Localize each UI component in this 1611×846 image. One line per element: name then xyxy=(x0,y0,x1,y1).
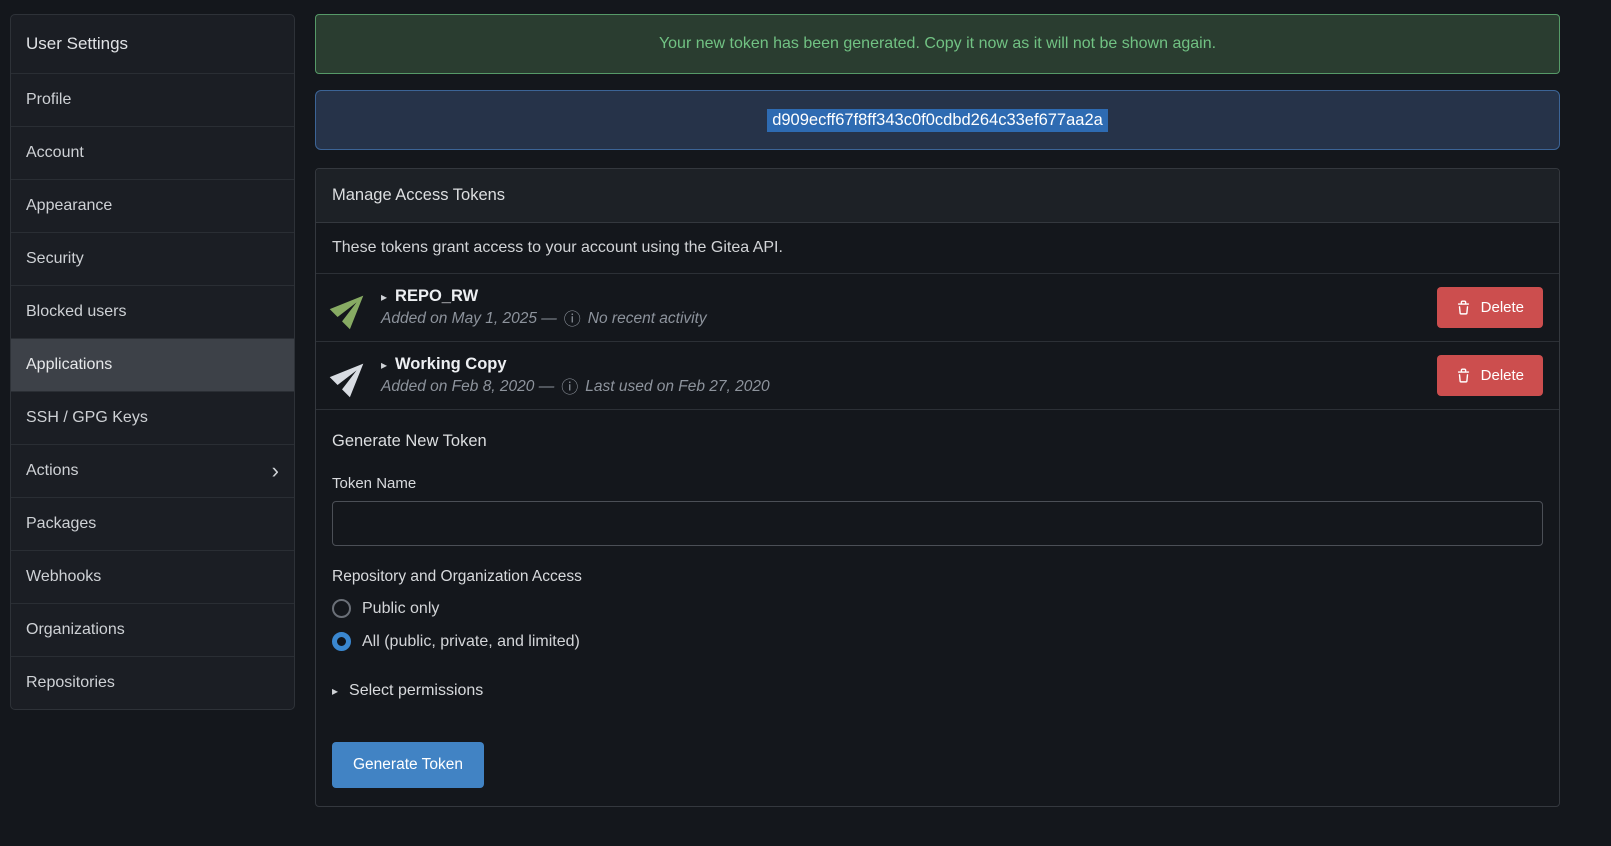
delete-token-button[interactable]: Delete xyxy=(1437,287,1543,328)
access-tokens-panel: Manage Access Tokens These tokens grant … xyxy=(315,168,1560,807)
sidebar-item-label: Account xyxy=(26,144,84,162)
token-last-activity: Last used on Feb 27, 2020 xyxy=(585,378,769,396)
radio-label: All (public, private, and limited) xyxy=(362,633,580,651)
radio-label: Public only xyxy=(362,600,439,618)
token-meta: Added on May 1, 2025 — ⓘ No recent activ… xyxy=(381,310,707,328)
sidebar-item-profile[interactable]: Profile xyxy=(11,74,294,127)
sidebar-item-ssh-gpg-keys[interactable]: SSH / GPG Keys xyxy=(11,392,294,445)
token-info: ▸ REPO_RW Added on May 1, 2025 — ⓘ No re… xyxy=(381,287,707,328)
panel-description: These tokens grant access to your accoun… xyxy=(316,223,1559,274)
generate-token-form: Generate New Token Token Name Repository… xyxy=(316,410,1559,806)
token-row: ▸ Working Copy Added on Feb 8, 2020 — ⓘ … xyxy=(316,342,1559,410)
sidebar-item-label: Actions xyxy=(26,462,78,480)
token-name-line[interactable]: ▸ REPO_RW xyxy=(381,287,707,306)
radio-public-only[interactable]: Public only xyxy=(332,592,1543,625)
flash-success-banner: Your new token has been generated. Copy … xyxy=(315,14,1560,74)
sidebar-item-label: Appearance xyxy=(26,197,112,215)
sidebar-item-appearance[interactable]: Appearance xyxy=(11,180,294,233)
sidebar-item-account[interactable]: Account xyxy=(11,127,294,180)
sidebar-item-security[interactable]: Security xyxy=(11,233,294,286)
expand-toggle-icon[interactable]: ▸ xyxy=(381,358,387,372)
token-name: Working Copy xyxy=(395,355,507,374)
paper-plane-icon xyxy=(324,281,378,335)
token-added-date: Added on Feb 8, 2020 — xyxy=(381,378,554,396)
form-title: Generate New Token xyxy=(332,432,1543,451)
sidebar-item-blocked-users[interactable]: Blocked users xyxy=(11,286,294,339)
sidebar-item-repositories[interactable]: Repositories xyxy=(11,657,294,709)
radio-button-checked-icon[interactable] xyxy=(332,632,351,651)
chevron-right-icon: › xyxy=(272,464,279,478)
radio-all-access[interactable]: All (public, private, and limited) xyxy=(332,625,1543,658)
flash-message: Your new token has been generated. Copy … xyxy=(659,35,1216,53)
generate-token-button[interactable]: Generate Token xyxy=(332,742,484,788)
sidebar-item-label: Repositories xyxy=(26,674,115,692)
delete-token-button[interactable]: Delete xyxy=(1437,355,1543,396)
repo-org-access-label: Repository and Organization Access xyxy=(332,568,1543,586)
expand-toggle-icon[interactable]: ▸ xyxy=(381,290,387,304)
sidebar-item-webhooks[interactable]: Webhooks xyxy=(11,551,294,604)
expand-toggle-icon: ▸ xyxy=(332,684,338,698)
main-content: Your new token has been generated. Copy … xyxy=(315,14,1560,807)
token-name-label: Token Name xyxy=(332,475,1543,492)
sidebar-item-label: Security xyxy=(26,250,84,268)
paper-plane-icon xyxy=(324,349,378,403)
sidebar-item-label: Profile xyxy=(26,91,71,109)
token-name: REPO_RW xyxy=(395,287,478,306)
sidebar-item-label: Blocked users xyxy=(26,303,127,321)
sidebar-item-organizations[interactable]: Organizations xyxy=(11,604,294,657)
sidebar-item-label: Organizations xyxy=(26,621,125,639)
delete-button-label: Delete xyxy=(1481,299,1524,316)
token-meta: Added on Feb 8, 2020 — ⓘ Last used on Fe… xyxy=(381,378,770,396)
sidebar-item-label: SSH / GPG Keys xyxy=(26,409,148,427)
delete-button-label: Delete xyxy=(1481,367,1524,384)
info-icon: ⓘ xyxy=(561,379,578,396)
sidebar-item-label: Packages xyxy=(26,515,96,533)
token-row: ▸ REPO_RW Added on May 1, 2025 — ⓘ No re… xyxy=(316,274,1559,342)
select-permissions-label: Select permissions xyxy=(349,682,483,700)
sidebar-item-actions[interactable]: Actions › xyxy=(11,445,294,498)
token-name-line[interactable]: ▸ Working Copy xyxy=(381,355,770,374)
sidebar-item-label: Applications xyxy=(26,356,112,374)
sidebar-item-packages[interactable]: Packages xyxy=(11,498,294,551)
token-info: ▸ Working Copy Added on Feb 8, 2020 — ⓘ … xyxy=(381,355,770,396)
token-added-date: Added on May 1, 2025 — xyxy=(381,310,557,328)
new-token-value[interactable]: d909ecff67f8ff343c0f0cdbd264c33ef677aa2a xyxy=(767,109,1108,132)
token-last-activity: No recent activity xyxy=(588,310,707,328)
token-name-input[interactable] xyxy=(332,501,1543,546)
settings-page: User Settings Profile Account Appearance… xyxy=(0,0,1611,807)
sidebar-title: User Settings xyxy=(11,15,294,74)
select-permissions-toggle[interactable]: ▸ Select permissions xyxy=(332,682,1543,700)
sidebar-item-label: Webhooks xyxy=(26,568,101,586)
new-token-display[interactable]: d909ecff67f8ff343c0f0cdbd264c33ef677aa2a xyxy=(315,90,1560,150)
trash-icon xyxy=(1456,368,1471,384)
info-icon: ⓘ xyxy=(564,311,581,328)
panel-header: Manage Access Tokens xyxy=(316,169,1559,223)
trash-icon xyxy=(1456,300,1471,316)
sidebar-item-applications[interactable]: Applications xyxy=(11,339,294,392)
radio-button-icon[interactable] xyxy=(332,599,351,618)
settings-sidebar: User Settings Profile Account Appearance… xyxy=(10,14,295,710)
